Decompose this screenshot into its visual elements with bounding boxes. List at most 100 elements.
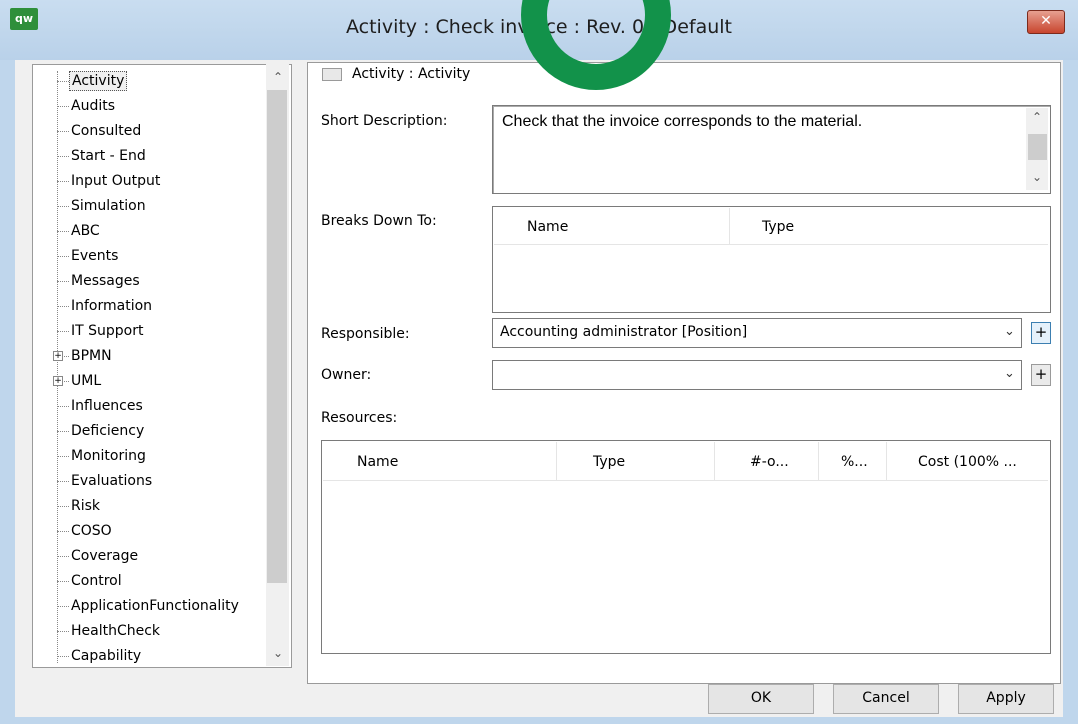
short-description-label: Short Description: [321, 113, 448, 129]
tree-item-label: Deficiency [71, 423, 145, 439]
responsible-label: Responsible: [321, 326, 410, 342]
tree-connector [57, 606, 69, 607]
tree-connector [57, 306, 69, 307]
tree-connector [57, 456, 69, 457]
tree-item[interactable]: Messages [33, 271, 265, 291]
tree-item-label: Start - End [71, 148, 146, 164]
chevron-down-icon[interactable]: ⌄ [1004, 324, 1015, 339]
add-owner-button[interactable]: + [1031, 364, 1051, 386]
resources-col-cost[interactable]: Cost (100% ... [918, 454, 1017, 470]
tree-item[interactable]: + BPMN [33, 346, 265, 366]
activity-tag-icon [322, 68, 342, 81]
tree-connector [57, 206, 69, 207]
tree-item[interactable]: Start - End [33, 146, 265, 166]
tree-item[interactable]: Deficiency [33, 421, 265, 441]
tree-item-label: Consulted [71, 123, 142, 139]
tree-item-label: Capability [71, 648, 142, 664]
tree-item-label: Evaluations [71, 473, 153, 489]
description-scroll-down-icon[interactable]: ⌄ [1032, 170, 1042, 184]
tree-item-label: Control [71, 573, 122, 589]
tree-item[interactable]: Activity [33, 71, 265, 91]
tree-item-label: Influences [71, 398, 143, 414]
owner-label: Owner: [321, 367, 372, 383]
tree-item[interactable]: IT Support [33, 321, 265, 341]
tree-connector [57, 256, 69, 257]
description-scroll-thumb[interactable] [1028, 134, 1047, 160]
tree-item-label: Coverage [71, 548, 139, 564]
tree-item-label: Simulation [71, 198, 146, 214]
tree-connector [57, 531, 69, 532]
tree-connector [57, 556, 69, 557]
column-separator[interactable] [886, 442, 887, 480]
cancel-button[interactable]: Cancel [833, 684, 939, 714]
tree-item-label: HealthCheck [71, 623, 161, 639]
close-button[interactable]: ✕ [1027, 10, 1065, 34]
column-separator[interactable] [729, 208, 730, 244]
tree-item-label: ABC [71, 223, 100, 239]
breaks-down-label: Breaks Down To: [321, 213, 437, 229]
tree-connector [57, 106, 69, 107]
scroll-down-arrow-icon[interactable]: ⌄ [273, 646, 283, 660]
owner-combo[interactable] [492, 360, 1022, 390]
tree-item[interactable]: Input Output [33, 171, 265, 191]
tree-item-label: Audits [71, 98, 116, 114]
scroll-up-arrow-icon[interactable]: ⌃ [273, 70, 283, 84]
tree-connector [57, 506, 69, 507]
tree-connector [57, 156, 69, 157]
tree-item[interactable]: Risk [33, 496, 265, 516]
tree-item[interactable]: ApplicationFunctionality [33, 596, 265, 616]
tree-item-label: COSO [71, 523, 112, 539]
tree-item[interactable]: Capability [33, 646, 265, 666]
chevron-down-icon[interactable]: ⌄ [1004, 366, 1015, 381]
resources-label: Resources: [321, 410, 398, 426]
ok-button[interactable]: OK [708, 684, 814, 714]
column-separator[interactable] [818, 442, 819, 480]
tree-item-label: BPMN [71, 348, 112, 364]
resources-col-percent[interactable]: %... [841, 454, 868, 470]
tree-item-label: Input Output [71, 173, 161, 189]
resources-col-type[interactable]: Type [593, 454, 625, 470]
tree-item[interactable]: Monitoring [33, 446, 265, 466]
expand-icon[interactable]: + [53, 351, 63, 361]
tree-item[interactable]: Events [33, 246, 265, 266]
tree-item-label: IT Support [71, 323, 144, 339]
responsible-value: Accounting administrator [Position] [500, 324, 748, 340]
tree-connector [57, 131, 69, 132]
tree-item[interactable]: Influences [33, 396, 265, 416]
column-separator[interactable] [556, 442, 557, 480]
expand-icon[interactable]: + [53, 376, 63, 386]
tree-item[interactable]: HealthCheck [33, 621, 265, 641]
tree-item-label: Monitoring [71, 448, 146, 464]
tree-item-label: Risk [71, 498, 101, 514]
tree-item[interactable]: + UML [33, 371, 265, 391]
tree-item[interactable]: Simulation [33, 196, 265, 216]
tree-item[interactable]: Information [33, 296, 265, 316]
tree-scroll-thumb[interactable] [267, 90, 287, 583]
category-tree: Activity Audits Consulted Start - End Input … [32, 64, 292, 668]
tree-item[interactable]: Coverage [33, 546, 265, 566]
tree-item[interactable]: Audits [33, 96, 265, 116]
tree-item[interactable]: ABC [33, 221, 265, 241]
tree-item-label: UML [71, 373, 102, 389]
description-scroll-up-icon[interactable]: ⌃ [1032, 110, 1042, 124]
resources-col-count[interactable]: #-o... [750, 454, 789, 470]
breaks-down-col-name[interactable]: Name [527, 219, 568, 235]
column-separator[interactable] [714, 442, 715, 480]
panel-header: Activity : Activity [352, 66, 471, 82]
tree-connector [57, 231, 69, 232]
tree-item[interactable]: Evaluations [33, 471, 265, 491]
tree-connector [57, 581, 69, 582]
short-description-value: Check that the invoice corresponds to th… [502, 113, 863, 130]
add-responsible-button[interactable]: + [1031, 322, 1051, 344]
apply-button[interactable]: Apply [958, 684, 1054, 714]
breaks-down-col-type[interactable]: Type [762, 219, 794, 235]
tree-item[interactable]: COSO [33, 521, 265, 541]
tree-item[interactable]: Control [33, 571, 265, 591]
tree-connector [57, 406, 69, 407]
resources-col-name[interactable]: Name [357, 454, 398, 470]
tree-connector [57, 331, 69, 332]
tree-item[interactable]: Consulted [33, 121, 265, 141]
tree-connector [57, 81, 69, 82]
tree-item-label: Messages [71, 273, 140, 289]
tree-connector [57, 431, 69, 432]
